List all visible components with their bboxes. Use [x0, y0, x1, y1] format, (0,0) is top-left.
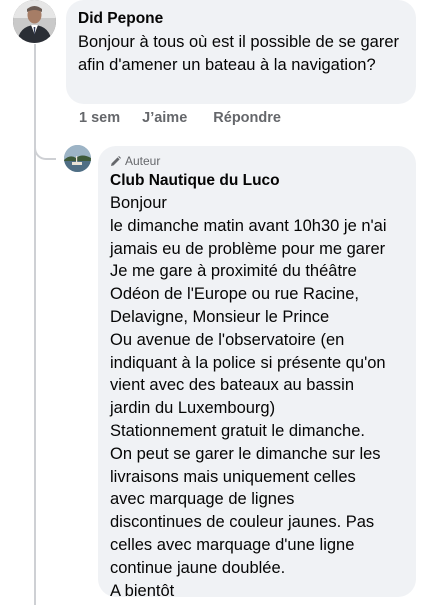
comment-author[interactable]: Did Pepone [78, 9, 404, 29]
club-avatar-image [64, 145, 91, 172]
author-badge: Auteur [110, 154, 404, 168]
pencil-icon [111, 155, 121, 166]
reply-text-line: discontinues de couleur jaunes. Pas [110, 513, 375, 532]
reply-text: Bonjour le dimanche matin avant 10h30 je… [110, 192, 404, 602]
reply-author[interactable]: Club Nautique du Luco [110, 171, 404, 190]
like-button[interactable]: J’aime [142, 110, 187, 130]
reply-text-line: le dimanche matin avant 10h30 je n'ai [110, 216, 387, 235]
reply-button[interactable]: Répondre [213, 110, 281, 130]
reply-text-line: Je me gare à proximité du théâtre [110, 262, 357, 281]
reply-connector [34, 138, 56, 160]
reply-text-line: indiquant à la police si présente qu'on [110, 353, 386, 372]
reply-text-line: Delavigne, Monsieur le Prince [110, 307, 330, 326]
reply-text-line: A bientôt [110, 581, 175, 600]
reply-text-line: vient avec des bateaux au bassin [110, 376, 354, 395]
reply-text-line: Stationnement gratuit le dimanche. [110, 421, 365, 440]
reply-text-line: jamais eu de problème pour me garer [110, 239, 386, 258]
thread-line [34, 44, 36, 605]
comment-text: Bonjour à tous où est il possible de se … [78, 33, 400, 74]
reply-text-line: Odéon de l'Europe ou rue Racine, [110, 285, 359, 304]
comment-timestamp[interactable]: 1 sem [79, 110, 120, 130]
reply-avatar[interactable] [64, 145, 91, 172]
reply-text-line: continue jaune doublée. [110, 558, 286, 577]
user-avatar-image [13, 0, 56, 43]
reply-text-line: livraisons mais uniquement celles [110, 467, 356, 486]
reply-text-line: On peut se garer le dimanche sur les [110, 444, 381, 463]
reply-bubble: Auteur Club Nautique du Luco Bonjour le … [98, 146, 416, 600]
reply-text-line: celles avec marquage d'une ligne [110, 535, 355, 554]
reply-text-line: avec marquage de lignes [110, 490, 295, 509]
comment-actions: 1 sem J’aime Répondre [79, 110, 281, 130]
reply-text-line: jardin du Luxembourg) [110, 399, 276, 418]
comment-bubble: Did Pepone Bonjour à tous où est il poss… [66, 0, 416, 104]
reply-text-line: Bonjour [110, 194, 167, 212]
author-badge-label: Auteur [125, 154, 161, 168]
avatar[interactable] [13, 0, 56, 43]
reply-text-line: Ou avenue de l'observatoire (en [110, 330, 345, 349]
